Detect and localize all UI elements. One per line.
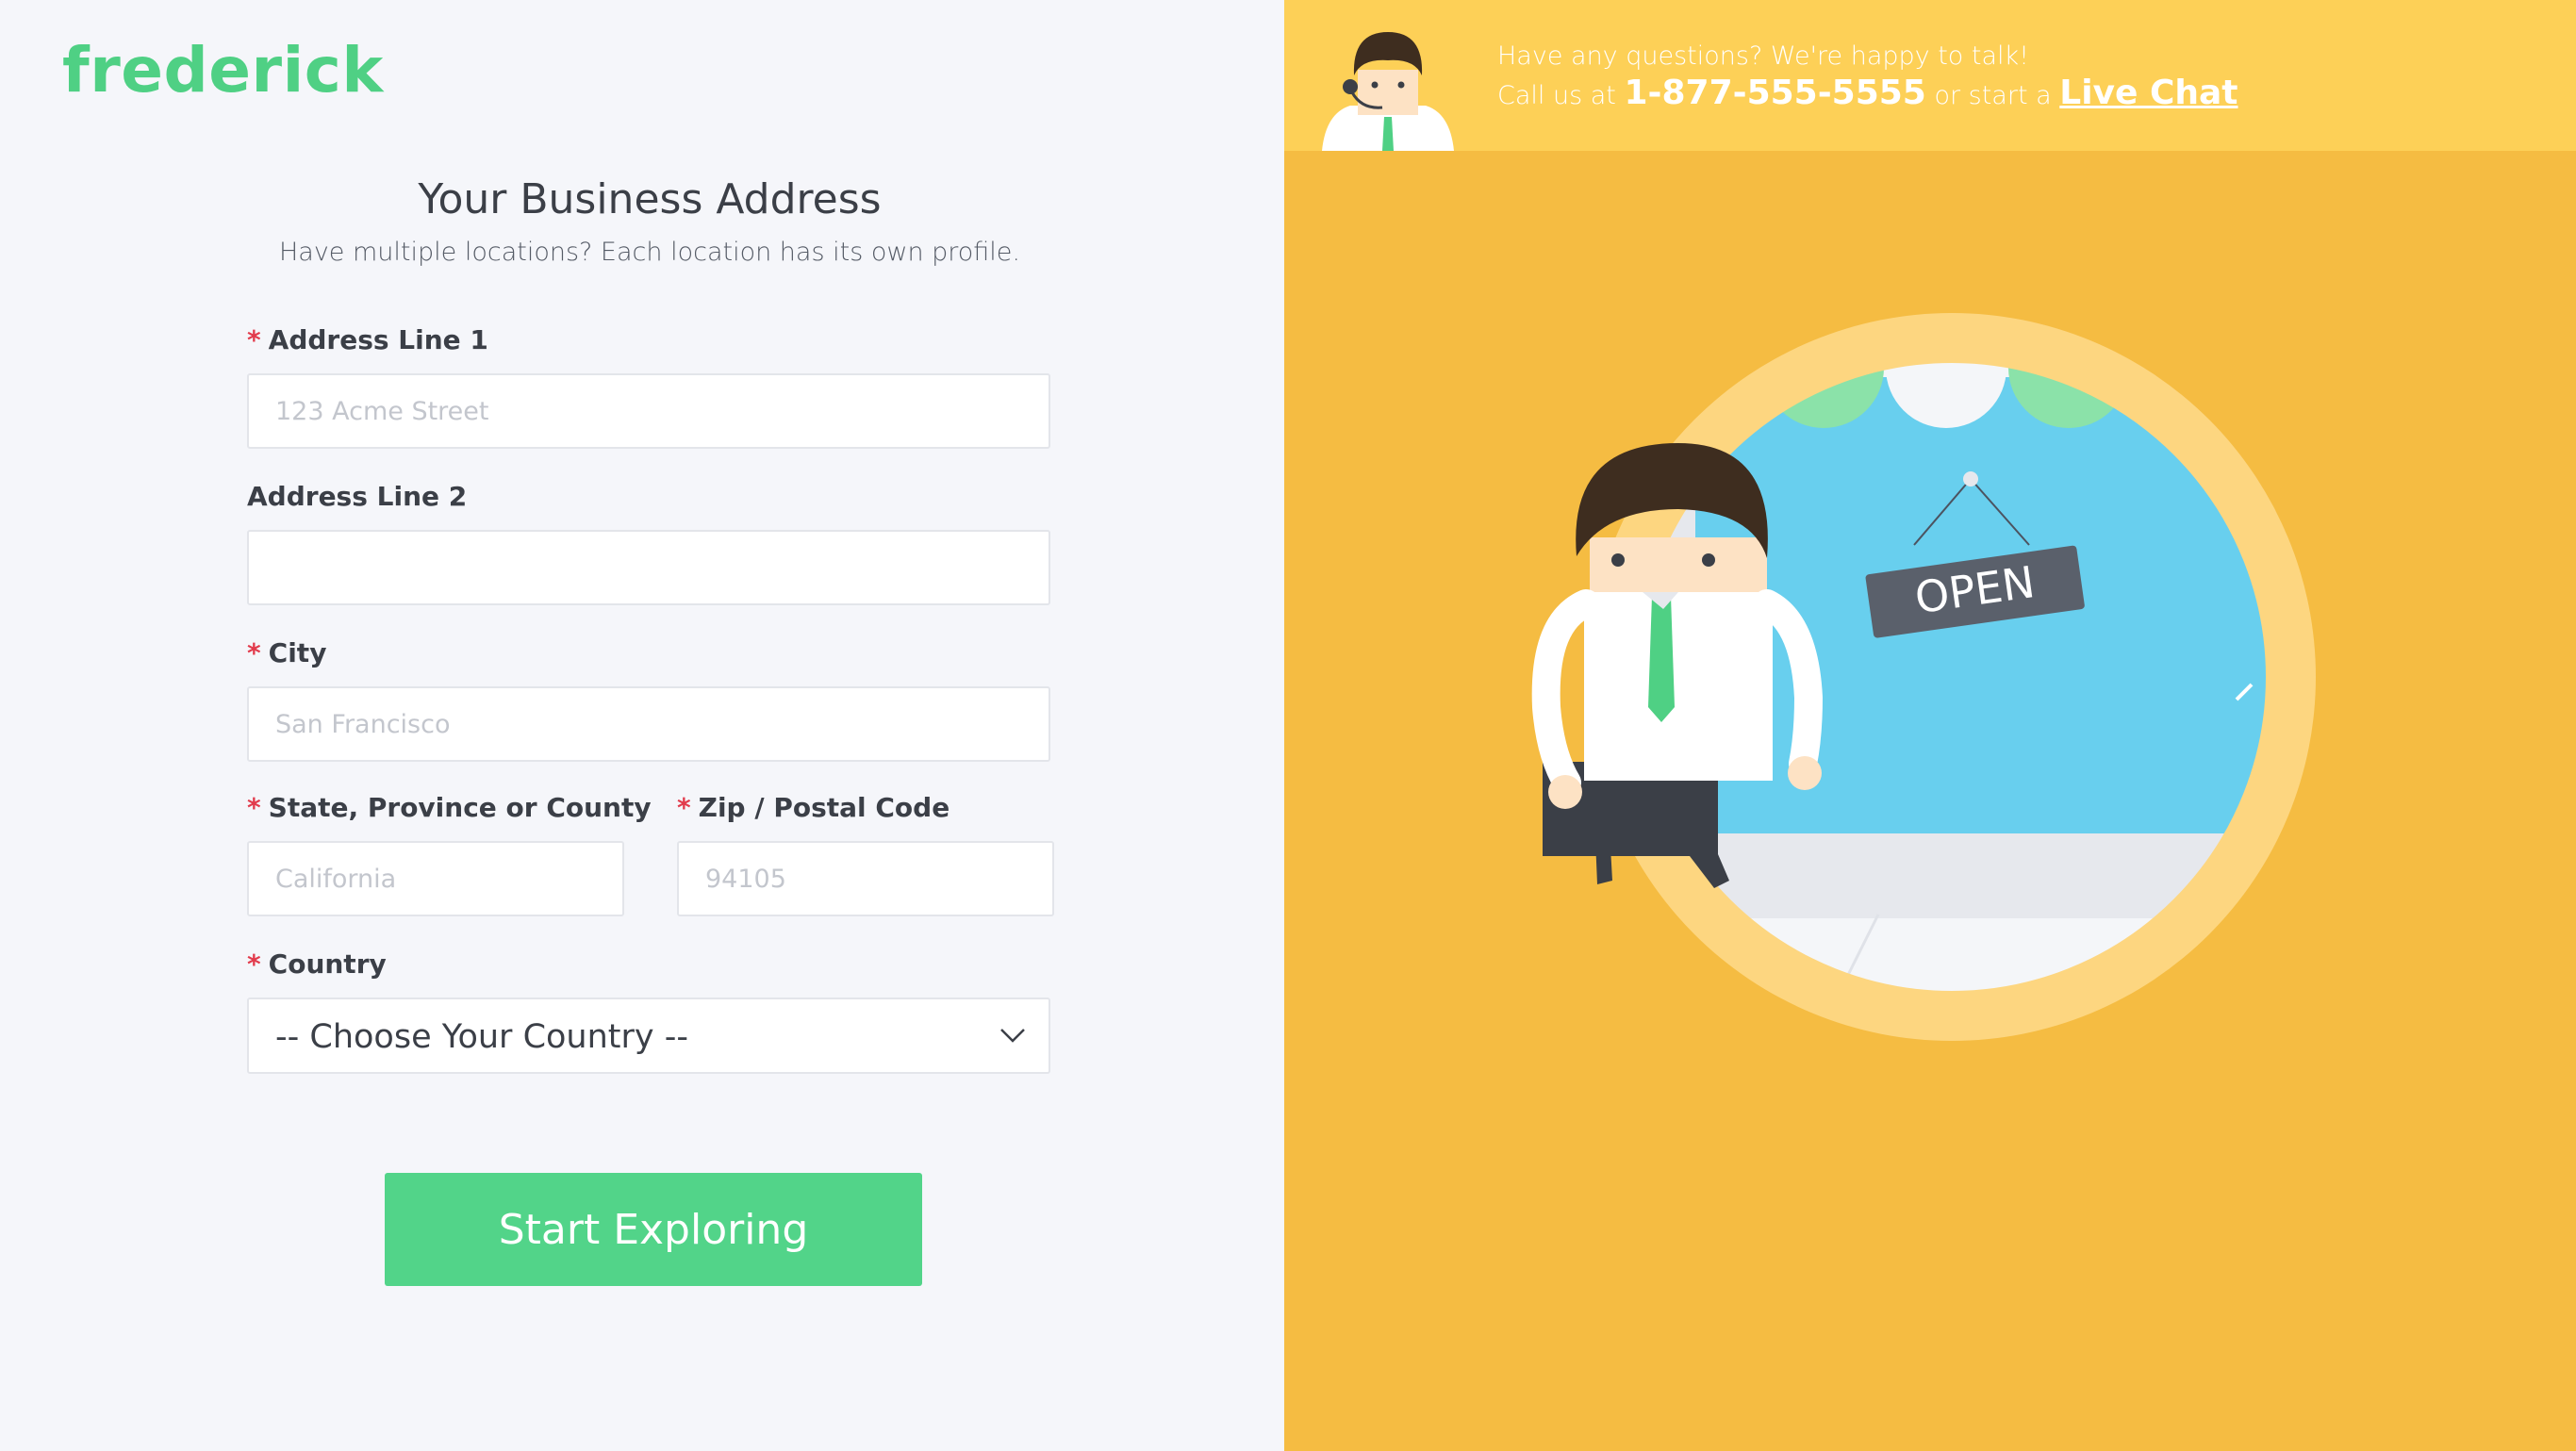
support-contact: Call us at 1-877-555-5555 or start a Liv… xyxy=(1497,74,2238,112)
address-line-1-field[interactable] xyxy=(247,373,1050,449)
address-line-2-label: Address Line 2 xyxy=(247,481,468,512)
address-line-1-label: * Address Line 1 xyxy=(247,324,488,355)
required-marker: * xyxy=(247,792,261,823)
support-agent-avatar xyxy=(1322,32,1454,151)
logo[interactable]: frederick xyxy=(62,34,384,107)
state-input[interactable] xyxy=(249,843,622,915)
support-question: Have any questions? We're happy to talk! xyxy=(1497,41,2029,71)
address-line-1-input[interactable] xyxy=(249,375,1049,447)
zip-label: * Zip / Postal Code xyxy=(677,792,950,823)
country-label: * Country xyxy=(247,948,387,980)
state-label: * State, Province or County xyxy=(247,792,652,823)
required-marker: * xyxy=(247,948,261,980)
page-title: Your Business Address xyxy=(418,175,882,223)
city-label: * City xyxy=(247,637,327,668)
city-field[interactable] xyxy=(247,686,1050,762)
city-input[interactable] xyxy=(249,688,1049,760)
support-bar: Have any questions? We're happy to talk!… xyxy=(1284,0,2576,151)
chevron-down-icon xyxy=(1000,1029,1025,1043)
page-subtitle: Have multiple locations? Each location h… xyxy=(278,238,1021,267)
required-marker: * xyxy=(247,637,261,668)
zip-field[interactable] xyxy=(677,841,1054,916)
country-select[interactable]: -- Choose Your Country -- xyxy=(247,998,1050,1074)
required-marker: * xyxy=(247,324,261,355)
live-chat-link[interactable]: Live Chat xyxy=(2059,74,2237,112)
address-line-2-input[interactable] xyxy=(249,532,1049,603)
required-marker: * xyxy=(677,792,691,823)
start-exploring-button[interactable]: Start Exploring xyxy=(385,1173,922,1286)
illustration-panel: Have any questions? We're happy to talk!… xyxy=(1284,0,2576,1451)
address-line-2-field[interactable] xyxy=(247,530,1050,605)
form-panel: frederick Your Business Address Have mul… xyxy=(0,0,1284,1451)
country-selected-value: -- Choose Your Country -- xyxy=(275,1018,688,1056)
phone-number[interactable]: 1-877-555-5555 xyxy=(1624,74,1925,112)
zip-input[interactable] xyxy=(679,843,1052,915)
state-field[interactable] xyxy=(247,841,624,916)
shop-illustration: OPEN xyxy=(1531,313,2316,1041)
